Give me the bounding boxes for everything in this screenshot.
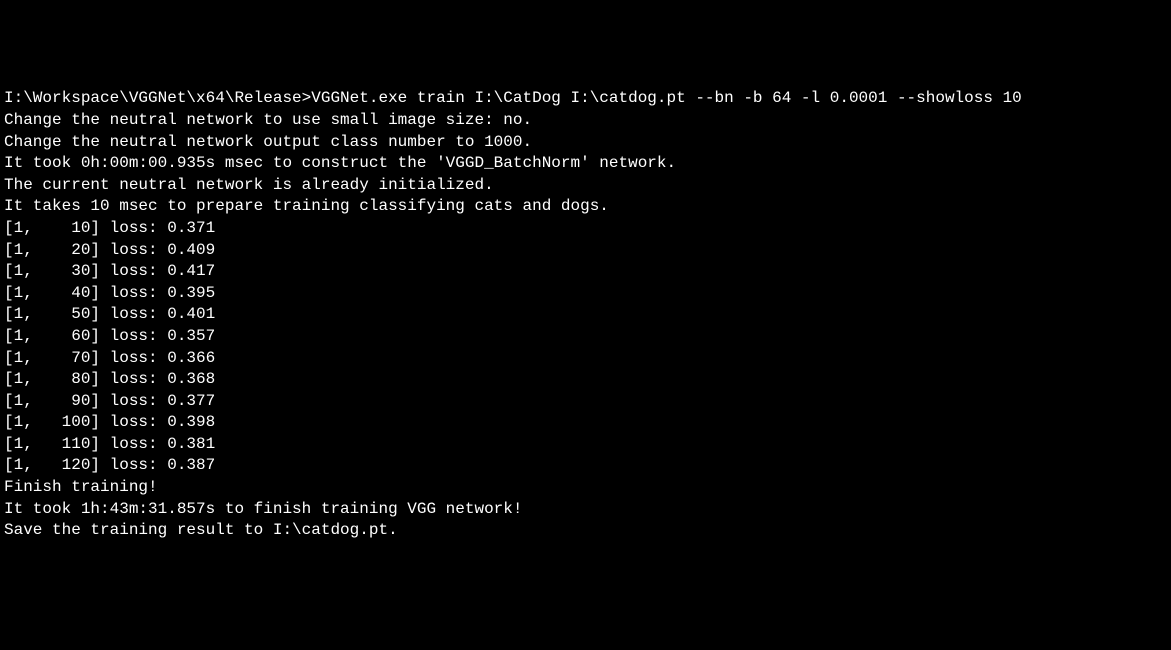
- output-line: It takes 10 msec to prepare training cla…: [4, 196, 1167, 218]
- loss-line: [1, 100] loss: 0.398: [4, 412, 1167, 434]
- terminal-output: I:\Workspace\VGGNet\x64\Release>VGGNet.e…: [4, 88, 1167, 541]
- output-line: Change the neutral network to use small …: [4, 110, 1167, 132]
- output-line: The current neutral network is already i…: [4, 175, 1167, 197]
- loss-line: [1, 50] loss: 0.401: [4, 304, 1167, 326]
- loss-line: [1, 120] loss: 0.387: [4, 455, 1167, 477]
- loss-line: [1, 30] loss: 0.417: [4, 261, 1167, 283]
- command-line: I:\Workspace\VGGNet\x64\Release>VGGNet.e…: [4, 88, 1167, 110]
- loss-line: [1, 110] loss: 0.381: [4, 434, 1167, 456]
- output-line: It took 0h:00m:00.935s msec to construct…: [4, 153, 1167, 175]
- loss-log: [1, 10] loss: 0.371[1, 20] loss: 0.409[1…: [4, 218, 1167, 477]
- output-line: Change the neutral network output class …: [4, 132, 1167, 154]
- loss-line: [1, 60] loss: 0.357: [4, 326, 1167, 348]
- loss-line: [1, 70] loss: 0.366: [4, 348, 1167, 370]
- output-line: It took 1h:43m:31.857s to finish trainin…: [4, 499, 1167, 521]
- output-line: Finish training!: [4, 477, 1167, 499]
- loss-line: [1, 20] loss: 0.409: [4, 240, 1167, 262]
- loss-line: [1, 40] loss: 0.395: [4, 283, 1167, 305]
- output-line: Save the training result to I:\catdog.pt…: [4, 520, 1167, 542]
- loss-line: [1, 80] loss: 0.368: [4, 369, 1167, 391]
- loss-line: [1, 10] loss: 0.371: [4, 218, 1167, 240]
- loss-line: [1, 90] loss: 0.377: [4, 391, 1167, 413]
